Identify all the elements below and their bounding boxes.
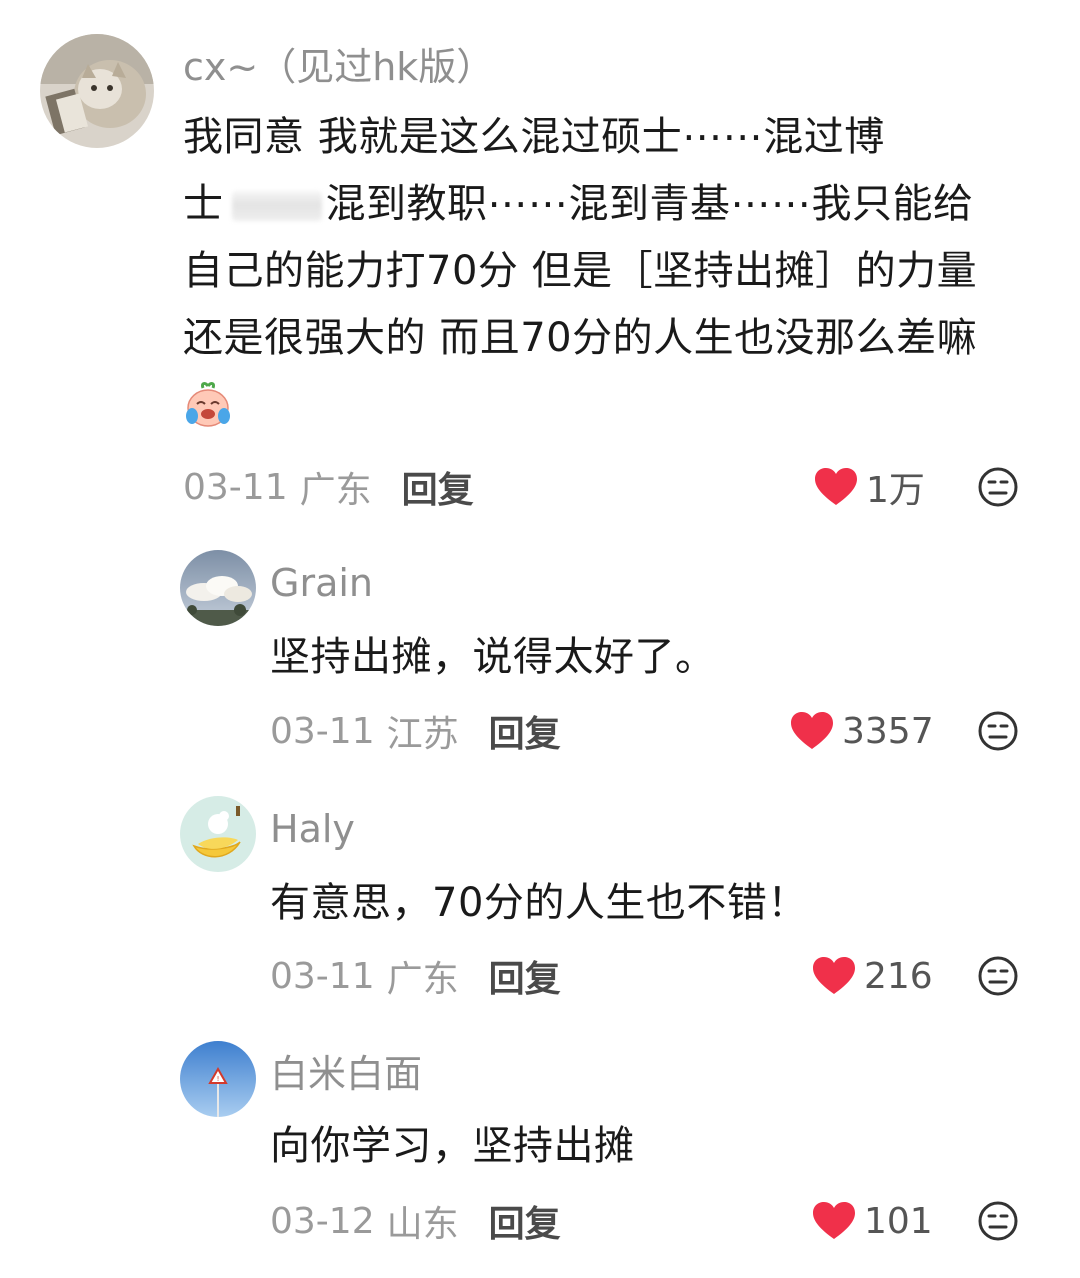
avatar[interactable]: !: [180, 1041, 256, 1117]
comment-text-line: 还是很强大的 而且70分的人生也没那么差嘛: [183, 315, 978, 361]
comment-region: 广东: [299, 470, 372, 511]
comment-region: 广东: [386, 959, 459, 1000]
like-button[interactable]: 1万: [814, 462, 925, 512]
dislike-button[interactable]: [977, 1200, 1019, 1242]
like-count: 101: [864, 1200, 933, 1242]
comment-region: 山东: [386, 1204, 459, 1245]
heart-icon: [791, 712, 833, 749]
comment-date: 03-11: [270, 955, 375, 997]
heart-icon: [815, 468, 857, 505]
username[interactable]: Grain: [270, 560, 373, 606]
reply-button[interactable]: 回复: [489, 705, 561, 757]
comment-text: 坚持出摊，说得太好了。: [270, 624, 716, 691]
heart-icon: [813, 1202, 855, 1239]
comment-text: 我同意 我就是这么混过硕士⋯⋯混过博 士 混到教职⋯⋯混到青基⋯⋯我只能给 自己的…: [183, 104, 977, 372]
comment-text-line: 我同意 我就是这么混过硕士⋯⋯混过博: [183, 114, 885, 160]
svg-text:!: !: [217, 1075, 220, 1083]
like-count: 3357: [842, 710, 934, 752]
like-button[interactable]: 216: [812, 951, 933, 1001]
like-button[interactable]: 101: [812, 1196, 933, 1246]
comment-text-line-wrap: 士 混到教职⋯⋯混到青基⋯⋯我只能给: [183, 171, 977, 238]
comment-meta: 03-11 广东 回复: [183, 462, 474, 512]
crying-peach-emoji: [183, 380, 233, 430]
dislike-face-icon: [978, 956, 1018, 996]
comment-meta: 03-11 江苏 回复: [270, 706, 561, 756]
heart-icon: [813, 957, 855, 994]
comment-text-line: 坚持出摊，说得太好了。: [270, 634, 716, 680]
comment-text-line: 自己的能力打70分 但是［坚持出摊］的力量: [183, 248, 978, 294]
comment-meta: 03-11 广东 回复: [270, 951, 561, 1001]
dislike-face-icon: [978, 1201, 1018, 1241]
reply-button[interactable]: 回复: [489, 1195, 561, 1247]
dislike-button[interactable]: [977, 710, 1019, 752]
like-button[interactable]: 3357: [790, 706, 934, 756]
comment-meta: 03-12 山东 回复: [270, 1196, 561, 1246]
blurred-text: [231, 191, 322, 221]
avatar[interactable]: [180, 796, 256, 872]
username[interactable]: cx~（见过hk版）: [183, 44, 494, 90]
comment-date: 03-11: [270, 710, 375, 752]
comment-text-segment: 混到教职⋯⋯混到青基⋯⋯我只能给: [325, 181, 974, 227]
dislike-button[interactable]: [977, 955, 1019, 997]
like-count: 1万: [866, 470, 925, 511]
comment-date: 03-11: [183, 466, 288, 508]
dislike-button[interactable]: [977, 466, 1019, 508]
dislike-face-icon: [978, 711, 1018, 751]
comment-region: 江苏: [386, 714, 459, 755]
reply-button[interactable]: 回复: [489, 950, 561, 1002]
like-count: 216: [864, 955, 933, 997]
avatar[interactable]: [40, 34, 154, 148]
comment-text-line: 有意思，70分的人生也不错！: [270, 880, 808, 926]
comment-date: 03-12: [270, 1200, 375, 1242]
dislike-face-icon: [978, 467, 1018, 507]
reply-button[interactable]: 回复: [402, 461, 474, 513]
avatar[interactable]: [180, 550, 256, 626]
comment-text-segment: 士: [183, 181, 224, 227]
username[interactable]: Haly: [270, 806, 355, 852]
comment-text-line: 向你学习，坚持出摊: [270, 1123, 635, 1169]
username[interactable]: 白米白面: [270, 1051, 422, 1097]
comment-text: 向你学习，坚持出摊: [270, 1113, 635, 1180]
comment-text: 有意思，70分的人生也不错！: [270, 870, 808, 937]
